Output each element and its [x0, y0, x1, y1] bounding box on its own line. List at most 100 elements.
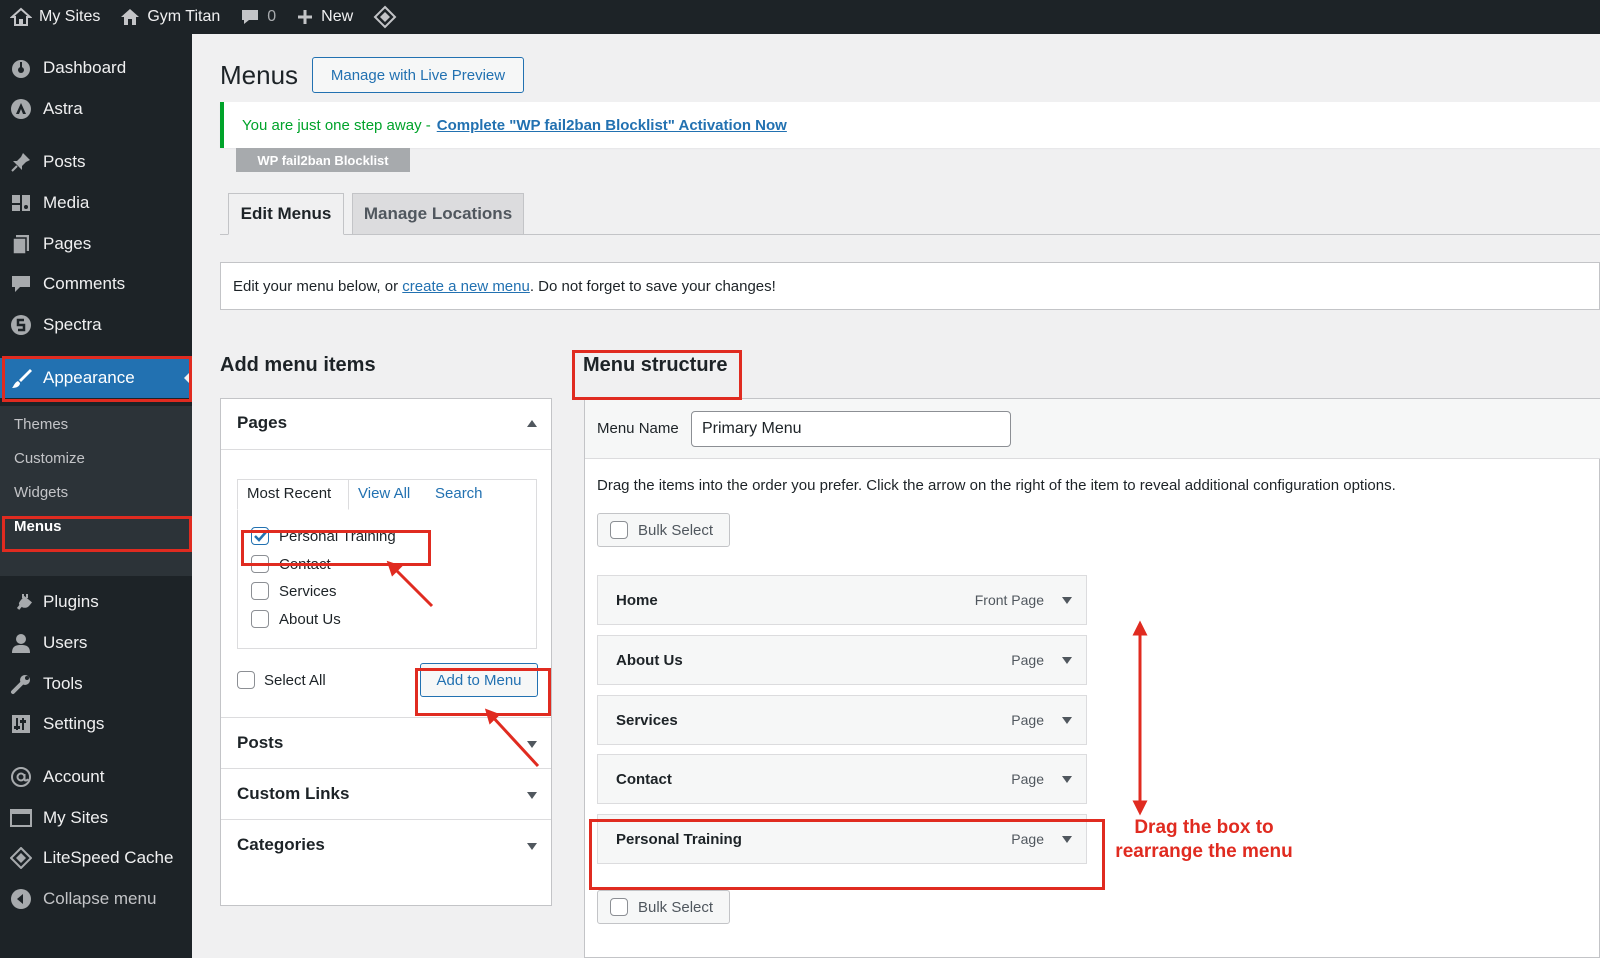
- chevron-down-icon[interactable]: [1062, 717, 1072, 724]
- sidebar-item-astra[interactable]: Astra: [0, 89, 192, 129]
- sidebar-item-tools[interactable]: Tools: [0, 664, 192, 704]
- brush-icon: [10, 367, 32, 389]
- wrench-icon: [10, 673, 32, 695]
- divider: [221, 768, 551, 769]
- sidebar-label: Users: [43, 633, 88, 652]
- chevron-down-icon[interactable]: [1062, 597, 1072, 604]
- page-label: Services: [279, 583, 337, 600]
- live-preview-button[interactable]: Manage with Live Preview: [312, 57, 524, 93]
- add-items-panel: Pages Most Recent View All Search Person…: [220, 398, 552, 906]
- info-text-after: . Do not forget to save your changes!: [529, 277, 776, 295]
- submenu-themes[interactable]: Themes: [14, 416, 68, 433]
- menu-item-type: Page: [1011, 771, 1044, 787]
- sidebar-item-users[interactable]: Users: [0, 623, 192, 663]
- sidebar-item-comments[interactable]: Comments: [0, 264, 192, 304]
- sidebar-item-posts[interactable]: Posts: [0, 142, 192, 182]
- menu-name-label: Menu Name: [597, 420, 679, 437]
- menu-item-title: Services: [616, 712, 678, 729]
- bulk-select-top[interactable]: Bulk Select: [597, 513, 730, 547]
- subtab-view-all[interactable]: View All: [358, 485, 410, 502]
- chevron-down-icon[interactable]: [1062, 836, 1072, 843]
- chevron-down-icon[interactable]: [1062, 657, 1072, 664]
- submenu-menus[interactable]: Menus: [14, 518, 62, 535]
- sidebar-label: Collapse menu: [43, 889, 157, 908]
- bulk-select-checkbox[interactable]: [610, 521, 628, 539]
- notice-activation-link[interactable]: Complete "WP fail2ban Blocklist" Activat…: [437, 117, 787, 134]
- sidebar-item-spectra[interactable]: Spectra: [0, 305, 192, 345]
- at-icon: [10, 766, 32, 788]
- page-checkbox[interactable]: [251, 555, 269, 573]
- plus-icon: [298, 10, 313, 24]
- sidebar-item-plugins[interactable]: Plugins: [0, 582, 192, 622]
- sidebar-label: Tools: [43, 674, 83, 693]
- chevron-down-icon[interactable]: [527, 792, 537, 799]
- my-sites-link[interactable]: My Sites: [0, 0, 110, 34]
- menu-item-row[interactable]: Personal Training Page: [597, 814, 1087, 864]
- sidebar-label: Dashboard: [43, 58, 127, 77]
- create-menu-link[interactable]: create a new menu: [402, 278, 530, 295]
- select-all-checkbox[interactable]: [237, 671, 255, 689]
- sidebar-item-dashboard[interactable]: Dashboard: [0, 48, 192, 88]
- sidebar-collapse-menu[interactable]: Collapse menu: [0, 879, 192, 919]
- sidebar-item-my-sites[interactable]: My Sites: [0, 798, 192, 838]
- sidebar-item-litespeed[interactable]: LiteSpeed Cache: [0, 838, 192, 878]
- sidebar-item-appearance[interactable]: Appearance: [0, 358, 192, 398]
- menu-item-row[interactable]: About Us Page: [597, 635, 1087, 685]
- sidebar-item-settings[interactable]: Settings: [0, 704, 192, 744]
- bulk-select-checkbox[interactable]: [610, 898, 628, 916]
- menu-item-type: Page: [1011, 652, 1044, 668]
- chevron-up-icon[interactable]: [527, 420, 537, 427]
- page-label: Contact: [279, 556, 331, 573]
- bulk-select-bottom[interactable]: Bulk Select: [597, 890, 730, 924]
- menu-item-title: Personal Training: [616, 831, 742, 848]
- comments-count: 0: [267, 8, 277, 25]
- site-name-link[interactable]: Gym Titan: [110, 0, 230, 34]
- submenu-widgets[interactable]: Widgets: [14, 484, 68, 501]
- menu-name-header: Menu Name Primary Menu: [585, 399, 1600, 459]
- sidebar-item-pages[interactable]: Pages: [0, 224, 192, 264]
- sidebar-item-account[interactable]: Account: [0, 757, 192, 797]
- drag-annotation: Drag the box to rearrange the menu: [1104, 816, 1304, 864]
- categories-accordion-title[interactable]: Categories: [237, 835, 325, 855]
- pages-accordion-title[interactable]: Pages: [237, 413, 287, 433]
- posts-accordion-title[interactable]: Posts: [237, 733, 283, 753]
- checkmark-icon: [254, 531, 267, 542]
- pin-icon: [10, 151, 32, 173]
- divider: [221, 449, 551, 450]
- settings-icon: [10, 713, 32, 735]
- page-checkbox[interactable]: [251, 610, 269, 628]
- menu-name-input[interactable]: Primary Menu: [691, 411, 1011, 447]
- sidebar-label: Plugins: [43, 592, 99, 611]
- menu-item-row[interactable]: Home Front Page: [597, 575, 1087, 625]
- sidebar-item-media[interactable]: Media: [0, 183, 192, 223]
- subtab-search[interactable]: Search: [435, 485, 483, 502]
- media-icon: [10, 192, 32, 214]
- page-checkbox[interactable]: [251, 527, 269, 545]
- page-checkbox[interactable]: [251, 582, 269, 600]
- bulk-select-label: Bulk Select: [638, 899, 714, 916]
- tab-edit-menus[interactable]: Edit Menus: [228, 193, 344, 235]
- chevron-down-icon[interactable]: [527, 843, 537, 850]
- my-sites-label: My Sites: [39, 8, 101, 25]
- chevron-down-icon[interactable]: [1062, 776, 1072, 783]
- tab-manage-locations[interactable]: Manage Locations: [352, 193, 524, 235]
- active-indicator: [184, 370, 192, 386]
- diamond-icon: [10, 847, 32, 869]
- plugin-badge: WP fail2ban Blocklist: [236, 148, 410, 172]
- comments-link[interactable]: 0: [230, 0, 286, 34]
- menu-item-row[interactable]: Services Page: [597, 695, 1087, 745]
- subtab-most-recent[interactable]: Most Recent: [247, 485, 331, 502]
- menu-item-title: Contact: [616, 771, 672, 788]
- new-content-link[interactable]: New: [286, 0, 363, 34]
- notice-text: You are just one step away -: [242, 116, 431, 134]
- chevron-down-icon[interactable]: [527, 741, 537, 748]
- custom-links-accordion-title[interactable]: Custom Links: [237, 784, 349, 804]
- menu-item-row[interactable]: Contact Page: [597, 754, 1087, 804]
- submenu-customize[interactable]: Customize: [14, 450, 85, 467]
- admin-sidebar: Dashboard Astra Posts Media Pages Commen…: [0, 34, 192, 958]
- sidebar-label: Settings: [43, 714, 105, 733]
- add-to-menu-button[interactable]: Add to Menu: [420, 663, 538, 697]
- menu-item-type: Page: [1011, 831, 1044, 847]
- litespeed-adminbar-link[interactable]: [363, 0, 414, 34]
- menu-item-type: Page: [1011, 712, 1044, 728]
